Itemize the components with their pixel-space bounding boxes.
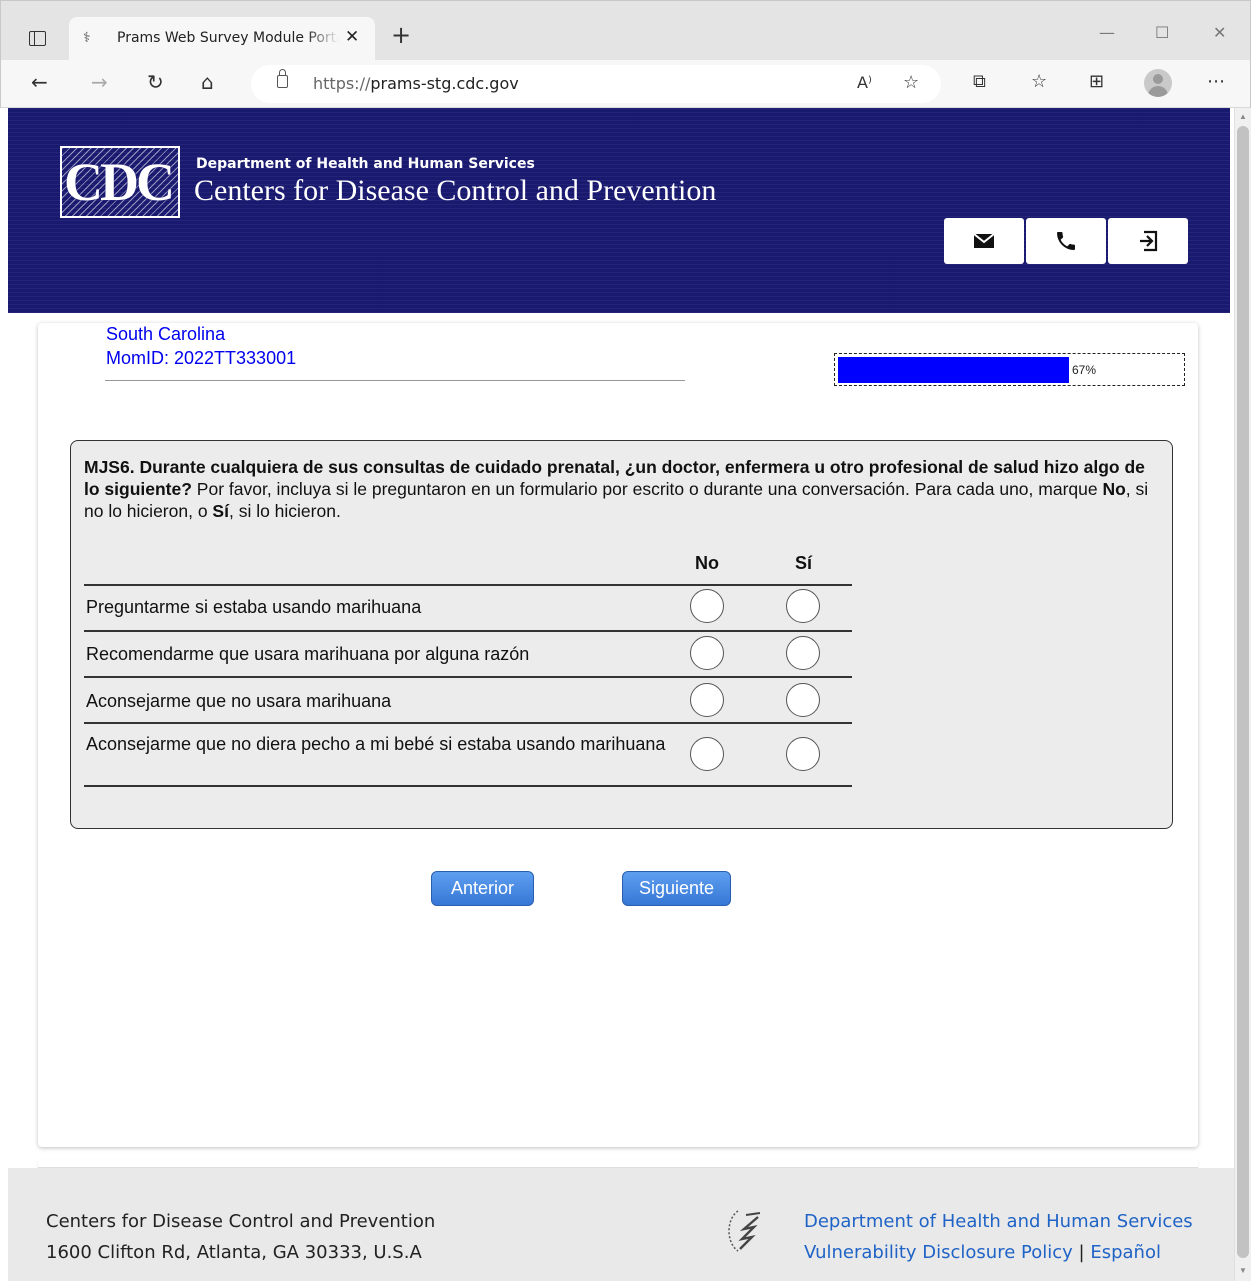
cdc-logo[interactable]: CDC: [60, 146, 180, 218]
footer-address: 1600 Clifton Rd, Atlanta, GA 30333, U.S.…: [46, 1242, 422, 1263]
footer-org: Centers for Disease Control and Preventi…: [46, 1211, 436, 1232]
window-close-button[interactable]: ✕: [1213, 23, 1226, 42]
question-text: MJS6. Durante cualquiera de sus consulta…: [84, 457, 1149, 521]
previous-button[interactable]: Anterior: [431, 871, 534, 906]
address-bar[interactable]: https://prams-stg.cdc.gov A⁾ ☆: [251, 65, 941, 103]
site-header: CDC Department of Health and Human Servi…: [8, 108, 1230, 313]
radio-row2-si[interactable]: [786, 636, 820, 670]
table-rule: [84, 630, 852, 632]
profile-icon[interactable]: [1144, 69, 1172, 97]
question-row-label: Aconsejarme que no usara marihuana: [86, 691, 392, 711]
espanol-link[interactable]: Español: [1090, 1242, 1161, 1263]
radio-row1-si[interactable]: [786, 589, 820, 623]
radio-row3-si[interactable]: [786, 683, 820, 717]
collections-icon[interactable]: ⊞: [1089, 70, 1104, 94]
tab-title: Prams Web Survey Module Portal: [117, 30, 339, 46]
scroll-up-icon[interactable]: ▲: [1239, 112, 1247, 121]
agency-name: Centers for Disease Control and Preventi…: [194, 174, 717, 207]
footer-link-separator: |: [1078, 1242, 1085, 1263]
favorite-add-icon[interactable]: ☆: [903, 71, 919, 95]
back-icon[interactable]: ←: [31, 70, 48, 94]
new-tab-button[interactable]: +: [391, 23, 411, 47]
forward-icon[interactable]: →: [91, 70, 108, 94]
page-scrollbar[interactable]: ▲ ▼: [1234, 108, 1251, 1281]
respondent-state: South Carolina: [106, 324, 226, 344]
phone-icon: [1057, 232, 1075, 250]
footer-links: Vulnerability Disclosure Policy | Españo…: [804, 1242, 1161, 1263]
next-button[interactable]: Siguiente: [622, 871, 731, 906]
home-icon[interactable]: ⌂: [201, 70, 214, 94]
divider: [105, 380, 685, 381]
sign-out-button[interactable]: [1108, 218, 1188, 264]
scroll-down-icon[interactable]: ▼: [1239, 1266, 1247, 1275]
question-row-label: Preguntarme si estaba usando marihuana: [86, 597, 422, 617]
table-rule: [84, 785, 852, 787]
column-header-no: No: [695, 553, 719, 573]
progress-fill: [838, 357, 1069, 383]
lock-icon[interactable]: [277, 69, 288, 88]
department-name: Department of Health and Human Services: [196, 156, 535, 172]
more-icon[interactable]: ⋯: [1207, 70, 1225, 94]
question-row-label: Recomendarme que usara marihuana por alg…: [86, 644, 530, 664]
window-minimize-button[interactable]: —: [1099, 23, 1115, 42]
table-rule: [84, 584, 852, 586]
extensions-icon[interactable]: ⧉: [973, 70, 986, 94]
phone-button[interactable]: [1026, 218, 1106, 264]
read-aloud-icon[interactable]: A⁾: [857, 71, 872, 95]
question-row-label: Aconsejarme que no diera pecho a mi bebé…: [86, 734, 666, 754]
vulnerability-policy-link[interactable]: Vulnerability Disclosure Policy: [804, 1242, 1073, 1263]
hhs-eagle-icon: [728, 1210, 761, 1252]
progress-bar: 67%: [834, 353, 1185, 386]
mail-icon: [973, 233, 995, 248]
radio-row4-no[interactable]: [690, 737, 724, 771]
window-maximize-button[interactable]: ☐: [1155, 23, 1169, 42]
favorites-icon[interactable]: ☆: [1031, 70, 1047, 94]
radio-row4-si[interactable]: [786, 737, 820, 771]
table-rule: [84, 722, 852, 724]
respondent-momid: MomID: 2022TT333001: [106, 348, 297, 368]
tab-actions-icon[interactable]: [29, 31, 46, 46]
table-rule: [84, 676, 852, 678]
tab-close-icon[interactable]: ✕: [345, 27, 359, 47]
refresh-icon[interactable]: ↻: [147, 70, 164, 94]
site-favicon-icon: ⚕: [83, 30, 91, 46]
radio-row2-no[interactable]: [690, 636, 724, 670]
hhs-link[interactable]: Department of Health and Human Services: [804, 1211, 1193, 1232]
sign-out-icon: [1140, 230, 1158, 252]
browser-tab[interactable]: ⚕ Prams Web Survey Module Portal ✕: [69, 17, 375, 61]
mail-button[interactable]: [944, 218, 1024, 264]
browser-tab-bar: ⚕ Prams Web Survey Module Portal ✕ + — ☐…: [0, 0, 1251, 61]
progress-label: 67%: [1072, 363, 1097, 377]
browser-toolbar: ← → ↻ ⌂ https://prams-stg.cdc.gov A⁾ ☆ ⧉…: [0, 60, 1251, 108]
scroll-thumb[interactable]: [1237, 126, 1249, 1258]
url-text[interactable]: https://prams-stg.cdc.gov: [313, 74, 519, 93]
radio-row1-no[interactable]: [690, 589, 724, 623]
column-header-si: Sí: [795, 553, 813, 573]
footer-divider: [38, 1160, 1198, 1168]
radio-row3-no[interactable]: [690, 683, 724, 717]
